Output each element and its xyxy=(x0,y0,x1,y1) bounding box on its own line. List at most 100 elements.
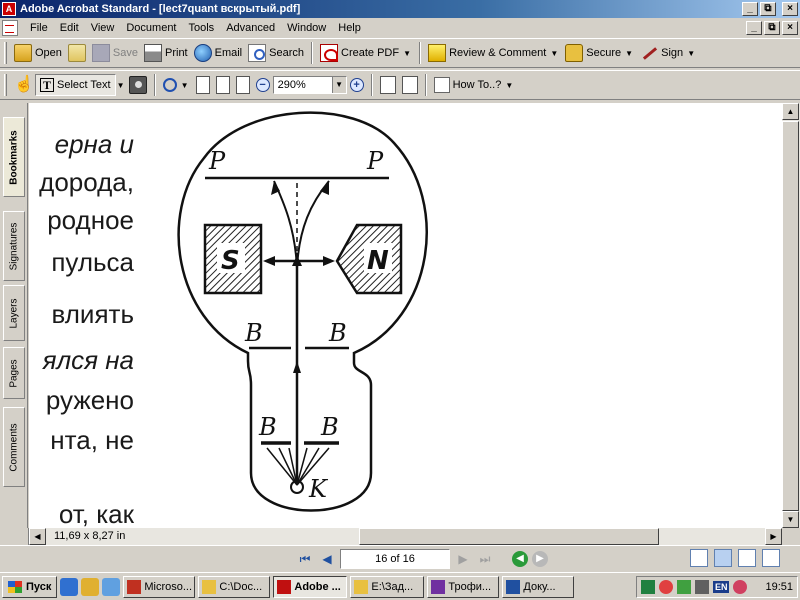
chevron-down-icon[interactable]: ▼ xyxy=(624,49,634,58)
taskbar-item-adobe[interactable]: Adobe ... xyxy=(273,575,348,598)
start-button[interactable]: Пуск xyxy=(2,575,58,598)
organizer-icon xyxy=(67,44,86,62)
tab-signatures[interactable]: Signatures xyxy=(3,211,25,281)
vertical-scrollbar[interactable]: ▲ ▼ xyxy=(782,103,800,528)
select-text-button[interactable]: T Select Text xyxy=(35,74,116,96)
previous-page-icon[interactable]: ◀ xyxy=(318,550,336,568)
review-comment-label: Review & Comment xyxy=(449,47,547,59)
review-comment-icon xyxy=(428,44,447,62)
chevron-down-icon[interactable]: ▼ xyxy=(686,49,696,58)
tray-antivirus-icon[interactable] xyxy=(676,580,691,594)
menu-view[interactable]: View xyxy=(85,18,121,38)
scroll-right-arrow-icon[interactable]: ▶ xyxy=(765,528,782,545)
file-toolbar: Open Save Print Email Search Create PDF … xyxy=(0,38,800,68)
print-button[interactable]: Print xyxy=(141,41,191,65)
menu-tools[interactable]: Tools xyxy=(183,18,221,38)
open-button[interactable]: Open xyxy=(11,41,65,65)
menu-advanced[interactable]: Advanced xyxy=(220,18,281,38)
menu-bar: File Edit View Document Tools Advanced W… xyxy=(0,18,800,38)
doc-restore-button[interactable]: ⧉ xyxy=(764,21,780,35)
sign-button[interactable]: Sign ▼ xyxy=(637,41,699,65)
continuous-layout-icon[interactable] xyxy=(714,549,732,567)
chevron-down-icon[interactable]: ▼ xyxy=(402,49,412,58)
page-number-field[interactable]: 16 of 16 xyxy=(340,549,450,569)
label-p-right: P xyxy=(366,147,384,175)
tray-network-icon[interactable] xyxy=(640,580,655,594)
close-button[interactable]: × xyxy=(782,2,798,16)
doc-close-button[interactable]: × xyxy=(782,21,798,35)
menu-file[interactable]: File xyxy=(24,18,54,38)
fit-width-button[interactable] xyxy=(233,73,253,97)
taskbar-item-folder-tasks[interactable]: E:\Зад... xyxy=(350,575,425,598)
email-button[interactable]: Email xyxy=(191,41,246,65)
hscroll-thumb[interactable] xyxy=(359,528,659,545)
zoom-in-button[interactable]: + xyxy=(347,73,367,97)
toolbar-grip[interactable] xyxy=(4,42,7,64)
minimize-button[interactable]: _ xyxy=(742,2,758,16)
hand-tool-button[interactable]: ☝ xyxy=(11,73,35,97)
search-button[interactable]: Search xyxy=(245,41,307,65)
folder-icon xyxy=(354,579,369,594)
go-back-icon[interactable]: ◀ xyxy=(512,551,528,567)
scroll-up-arrow-icon[interactable]: ▲ xyxy=(782,103,799,120)
tray-monitor-icon[interactable] xyxy=(694,580,709,594)
toolbar-grip[interactable] xyxy=(4,74,7,96)
save-button[interactable]: Save xyxy=(89,41,141,65)
fit-page-button[interactable] xyxy=(213,73,233,97)
acrobat-icon xyxy=(277,579,292,594)
rotate-ccw-button[interactable] xyxy=(377,73,399,97)
organizer-button[interactable] xyxy=(65,41,89,65)
ie-quicklaunch-icon[interactable] xyxy=(60,577,79,596)
first-page-icon[interactable]: ⏮ xyxy=(296,550,314,568)
menu-document[interactable]: Document xyxy=(120,18,182,38)
taskbar-item-document[interactable]: Доку... xyxy=(502,575,575,598)
language-indicator[interactable]: EN xyxy=(712,581,730,593)
scroll-left-arrow-icon[interactable]: ◀ xyxy=(29,528,46,545)
doc-text-line: ружено xyxy=(45,385,134,415)
how-to-button[interactable]: How To..? ▼ xyxy=(431,73,518,97)
desktop-quicklaunch-icon[interactable] xyxy=(102,577,121,596)
create-pdf-button[interactable]: Create PDF ▼ xyxy=(317,41,415,65)
tray-security-icon[interactable] xyxy=(658,580,673,594)
zoom-in-plus-icon: + xyxy=(349,78,364,92)
restore-button[interactable]: ⧉ xyxy=(760,2,776,16)
go-forward-icon[interactable]: ▶ xyxy=(532,551,548,567)
horizontal-scrollbar[interactable]: ◀ ▶ xyxy=(29,528,782,545)
menu-edit[interactable]: Edit xyxy=(54,18,85,38)
taskbar-item-folder-docs[interactable]: C:\Doc... xyxy=(198,575,271,598)
menu-window[interactable]: Window xyxy=(281,18,332,38)
chevron-down-icon[interactable]: ▼ xyxy=(331,77,346,93)
scroll-thumb[interactable] xyxy=(782,121,799,511)
snapshot-button[interactable] xyxy=(126,73,150,97)
tray-app-icon[interactable] xyxy=(733,580,748,594)
taskbar-item-trophy[interactable]: Трофи... xyxy=(427,575,500,598)
rotate-cw-button[interactable] xyxy=(399,73,421,97)
facing-layout-icon[interactable] xyxy=(738,549,756,567)
last-page-icon[interactable]: ⏭ xyxy=(476,550,494,568)
review-comment-button[interactable]: Review & Comment ▼ xyxy=(425,41,562,65)
next-page-icon[interactable]: ▶ xyxy=(454,550,472,568)
chevron-down-icon[interactable]: ▼ xyxy=(180,81,190,90)
scroll-down-arrow-icon[interactable]: ▼ xyxy=(782,511,799,528)
taskbar-item-microsoft[interactable]: Microso... xyxy=(123,575,196,598)
zoom-tool-button[interactable]: ▼ xyxy=(160,73,193,97)
tab-comments[interactable]: Comments xyxy=(3,407,25,487)
continuous-facing-layout-icon[interactable] xyxy=(762,549,780,567)
chevron-down-icon[interactable]: ▼ xyxy=(116,81,126,90)
doc-minimize-button[interactable]: _ xyxy=(746,21,762,35)
chevron-down-icon[interactable]: ▼ xyxy=(504,81,514,90)
actual-size-button[interactable] xyxy=(193,73,213,97)
document-icon[interactable] xyxy=(2,20,18,36)
tab-bookmarks[interactable]: Bookmarks xyxy=(3,117,25,197)
menu-help[interactable]: Help xyxy=(332,18,367,38)
zoom-level-field[interactable]: 290% ▼ xyxy=(272,76,347,94)
zoom-out-button[interactable]: − xyxy=(253,73,273,97)
chevron-down-icon[interactable]: ▼ xyxy=(549,49,559,58)
secure-button[interactable]: Secure ▼ xyxy=(562,41,637,65)
navigation-pane: Bookmarks Signatures Layers Pages Commen… xyxy=(0,103,28,528)
single-page-layout-icon[interactable] xyxy=(690,549,708,567)
document-page[interactable]: ерна и дорода, родное пульса влиять ялся… xyxy=(29,103,782,528)
tab-layers[interactable]: Layers xyxy=(3,285,25,341)
explorer-quicklaunch-icon[interactable] xyxy=(81,577,100,596)
tab-pages[interactable]: Pages xyxy=(3,347,25,399)
